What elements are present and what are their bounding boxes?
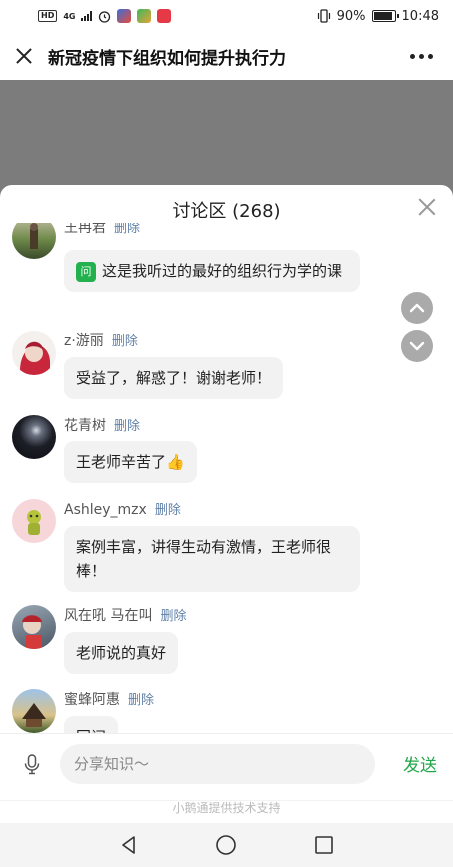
comment-bubble: 案例丰富，讲得生动有激情，王老师很棒！: [64, 526, 360, 592]
recent-square-icon[interactable]: [312, 833, 336, 857]
comment-author: 花青树 删除: [64, 418, 141, 434]
comment-bubble: 老师说的真好: [64, 632, 179, 674]
comment-author: z·游丽 删除: [64, 333, 138, 349]
delete-link[interactable]: 删除: [155, 503, 181, 518]
back-triangle-icon[interactable]: [117, 833, 141, 857]
vibrate-icon: [317, 9, 330, 23]
app-icon: [117, 9, 132, 23]
delete-link[interactable]: 删除: [128, 693, 154, 708]
close-icon[interactable]: [417, 197, 437, 217]
comment-input[interactable]: [74, 754, 375, 773]
panel-title: 讨论区 (268): [172, 201, 281, 222]
more-icon[interactable]: [410, 53, 433, 59]
input-bar: 发送: [0, 733, 453, 793]
question-tag: 问: [76, 262, 96, 282]
chevron-down-icon[interactable]: [401, 330, 433, 362]
comment-text: 案例丰富，讲得生动有激情，王老师很棒！: [76, 538, 332, 580]
home-circle-icon[interactable]: [214, 833, 238, 857]
comment-author: 风在吼 马在叫 删除: [64, 608, 187, 624]
chevron-up-icon[interactable]: [401, 292, 433, 324]
delete-link[interactable]: 删除: [114, 419, 140, 434]
app-icon: [157, 9, 172, 23]
network-type: 4G: [63, 11, 76, 21]
comment-text: 老师说的真好: [76, 644, 167, 662]
avatar[interactable]: [12, 605, 56, 649]
discussion-panel: 讨论区 (268) 王冉君 删除 问这是我听过的最好的组织行为学的课 z·游丽 删除: [0, 185, 453, 800]
comment-text: 王老师辛苦了👍: [76, 453, 185, 471]
comment-author: Ashley_mzx 删除: [64, 502, 181, 518]
clock: 10:48: [401, 8, 439, 24]
comment-text: 受益了，解惑了！谢谢老师！: [76, 369, 272, 387]
app-icon: [137, 9, 152, 23]
comment-text: 这是我听过的最好的组织行为学的课: [102, 262, 343, 280]
avatar[interactable]: [12, 223, 56, 259]
comment-author: 蜜蜂阿惠 删除: [64, 692, 155, 708]
delete-link[interactable]: 删除: [114, 223, 140, 236]
avatar[interactable]: [12, 415, 56, 459]
comment-input-box: [60, 743, 375, 784]
alarm-icon: [99, 10, 111, 23]
battery-percent: 90%: [336, 8, 366, 24]
status-bar: HD 4G 90% 10:48: [0, 0, 453, 32]
page-title: 新冠疫情下组织如何提升执行力: [48, 48, 286, 69]
delete-link[interactable]: 删除: [112, 334, 138, 349]
hd-badge: HD: [38, 10, 58, 22]
comment-bubble: 同问: [64, 716, 119, 733]
comment-author: 王冉君 删除: [64, 223, 141, 236]
comment-list[interactable]: 王冉君 删除 问这是我听过的最好的组织行为学的课 z·游丽 删除 受益了，解惑了！谢…: [0, 223, 453, 733]
powered-by: 小鹅通提供技术支持: [0, 800, 453, 823]
avatar[interactable]: [12, 499, 56, 543]
comment-bubble: 问这是我听过的最好的组织行为学的课: [64, 250, 360, 292]
signal-icon: [81, 11, 93, 21]
status-right: 90% 10:48: [317, 9, 439, 24]
avatar[interactable]: [12, 689, 56, 733]
microphone-icon[interactable]: [20, 752, 44, 776]
title-bar: 新冠疫情下组织如何提升执行力: [0, 32, 453, 80]
status-left: HD 4G: [38, 9, 172, 23]
send-button[interactable]: 发送: [403, 751, 437, 776]
delete-link[interactable]: 删除: [160, 609, 186, 624]
comment-bubble: 受益了，解惑了！谢谢老师！: [64, 357, 284, 399]
comment-bubble: 王老师辛苦了👍: [64, 441, 197, 483]
close-icon[interactable]: [14, 46, 34, 66]
battery-icon: [371, 10, 399, 22]
avatar[interactable]: [12, 331, 56, 375]
system-nav-bar: [0, 823, 453, 867]
